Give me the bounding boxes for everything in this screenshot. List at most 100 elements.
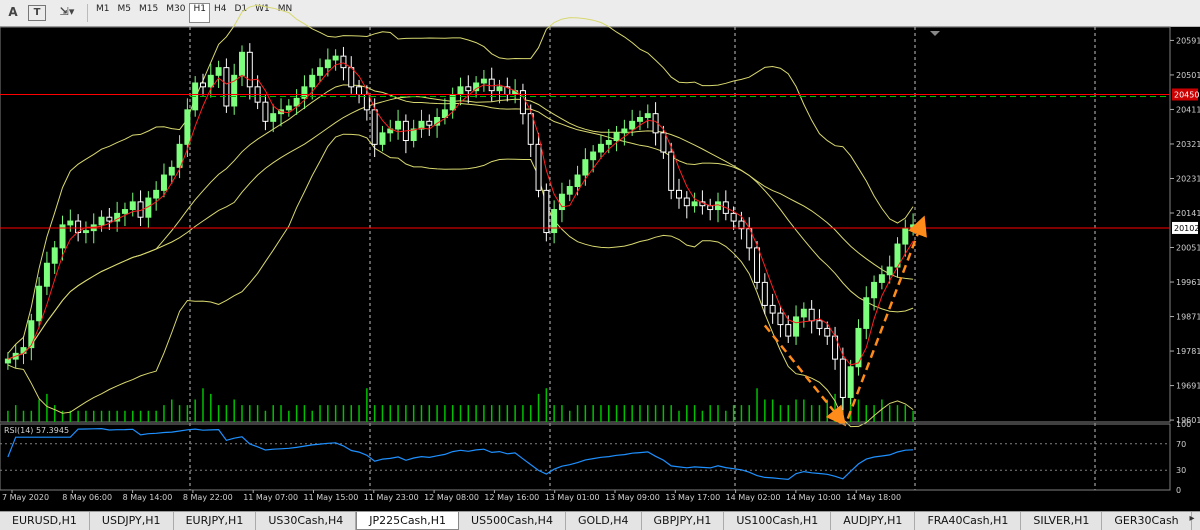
volume-bars <box>7 377 914 422</box>
candle-body <box>675 189 682 199</box>
candle-body <box>4 358 11 364</box>
candle-body <box>129 201 136 211</box>
bollinger-middle-line <box>7 84 914 360</box>
candle-body <box>82 230 89 234</box>
price-tick-label: 20321 <box>1176 140 1200 149</box>
candle-body <box>660 132 667 153</box>
candle-body <box>629 120 636 130</box>
tab-jp225cash[interactable]: JP225Cash,H1 <box>356 512 460 530</box>
price-tick-label: 20501 <box>1176 71 1200 80</box>
candle-body <box>808 308 815 322</box>
symbol-tabs: EURUSD,H1 USDJPY,H1 EURJPY,H1 US30Cash,H… <box>0 511 1200 530</box>
main-plot-border <box>0 26 1171 423</box>
candle-body <box>184 109 191 145</box>
price-tick-label: 20411 <box>1176 105 1200 114</box>
tab-usdjpy[interactable]: USDJPY,H1 <box>90 512 174 530</box>
candle-body <box>199 82 206 88</box>
candle-body <box>410 128 417 142</box>
candle-body <box>551 209 558 234</box>
time-axis: 7 May 2020 8 May 06:00 8 May 14:00 8 May 22… <box>2 490 901 502</box>
tab-us30cash[interactable]: US30Cash,H4 <box>256 512 357 530</box>
candle-body <box>761 281 768 306</box>
candle-body <box>223 67 230 107</box>
candle-body <box>340 55 347 69</box>
tab-audjpy[interactable]: AUDJPY,H1 <box>831 512 916 530</box>
candle-body <box>800 308 807 318</box>
candle-body <box>871 281 878 299</box>
candle-body <box>426 120 433 126</box>
candle-body <box>707 205 714 211</box>
tab-ger30cash[interactable]: GER30Cash <box>1102 512 1192 530</box>
tab-us500cash[interactable]: US500Cash,H4 <box>459 512 566 530</box>
candle-body <box>855 327 862 368</box>
time-tick-label: 12 May 16:00 <box>484 493 539 502</box>
time-tick-label: 13 May 01:00 <box>545 493 600 502</box>
candle-body <box>67 220 74 226</box>
tab-us100cash[interactable]: US100Cash,H1 <box>724 512 832 530</box>
rsi-scale-label: 70 <box>1176 440 1186 449</box>
candle-body <box>683 197 690 207</box>
candle-body <box>754 247 761 283</box>
candle-body <box>847 366 854 398</box>
candle-body <box>28 320 35 349</box>
candle-body <box>488 78 495 92</box>
time-tick-label: 11 May 07:00 <box>243 493 298 502</box>
candle-body <box>793 316 800 337</box>
candle-body <box>465 86 472 92</box>
candle-body <box>43 262 50 287</box>
tab-silver[interactable]: SILVER,H1 <box>1021 512 1103 530</box>
rsi-border <box>0 423 1171 491</box>
price-chart[interactable]: 20591 20501 20411 20321 20231 20141 20051 19961… <box>0 0 1200 511</box>
time-tick-label: 12 May 08:00 <box>424 493 479 502</box>
down-trend-arrow <box>763 324 847 427</box>
candle-body <box>730 212 737 222</box>
candle-body <box>543 189 550 234</box>
tab-fra40cash[interactable]: FRA40Cash,H1 <box>915 512 1022 530</box>
candle-body <box>878 274 885 283</box>
time-tick-label: 8 May 22:00 <box>183 493 233 502</box>
candle-body <box>863 297 870 329</box>
candle-body <box>902 228 909 245</box>
candle-body <box>317 67 324 76</box>
price-tick-label: 20051 <box>1176 244 1200 253</box>
tab-gbpjpy[interactable]: GBPJPY,H1 <box>642 512 725 530</box>
tab-eurusd[interactable]: EURUSD,H1 <box>0 512 90 530</box>
candle-body <box>566 186 573 195</box>
rsi-panel: 100 70 30 0 RSI(14) 57.3945 <box>0 420 1191 495</box>
candle-body <box>106 216 113 222</box>
candle-body <box>668 151 675 191</box>
candle-body <box>332 55 339 61</box>
candle-body <box>574 174 581 188</box>
candle-body <box>285 105 292 111</box>
candle-body <box>621 128 628 134</box>
price-tick-label: 19691 <box>1176 382 1200 391</box>
tab-gold[interactable]: GOLD,H4 <box>566 512 642 530</box>
candle-body <box>309 74 316 88</box>
candle-body <box>636 117 643 122</box>
tab-eurjpy[interactable]: EURJPY,H1 <box>174 512 257 530</box>
candle-body <box>207 74 214 88</box>
candle-body <box>395 120 402 130</box>
tabs-scroll-right-icon[interactable]: ▸ <box>1186 513 1198 527</box>
price-marker-label: 20450 <box>1174 90 1199 99</box>
price-tick-label: 19961 <box>1176 278 1200 287</box>
candle-body <box>582 159 589 176</box>
candle-body <box>777 312 784 326</box>
time-tick-label: 14 May 18:00 <box>846 493 901 502</box>
rsi-line <box>7 427 914 481</box>
fast-moving-average <box>7 62 914 366</box>
candle-body <box>20 347 27 354</box>
candle-body <box>348 67 355 88</box>
candle-body <box>535 143 542 191</box>
candle-body <box>886 266 893 276</box>
time-tick-label: 13 May 17:00 <box>665 493 720 502</box>
candle-body <box>558 193 565 211</box>
candle-body <box>215 67 222 76</box>
chart-shift-marker-icon <box>930 31 940 36</box>
candle-body <box>168 166 175 176</box>
rsi-title: RSI(14) 57.3945 <box>4 426 69 435</box>
time-tick-label: 11 May 23:00 <box>364 493 419 502</box>
candle-body <box>379 132 386 145</box>
candle-body <box>457 86 464 95</box>
candle-body <box>785 324 792 337</box>
